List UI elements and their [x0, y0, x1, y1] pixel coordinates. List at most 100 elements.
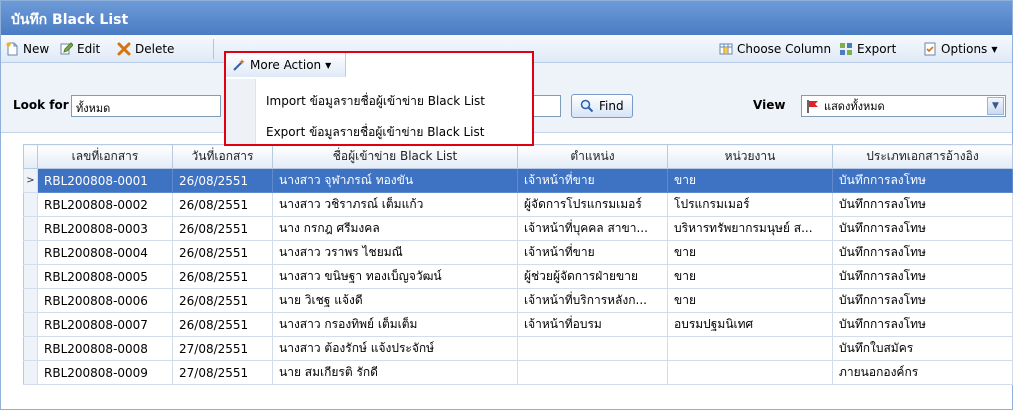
row-selector[interactable] [23, 336, 38, 361]
column-header[interactable]: หน่วยงาน [667, 144, 833, 169]
table-cell: บันทึกการลงโทษ [832, 240, 1013, 265]
table-cell: 26/08/2551 [172, 168, 273, 193]
row-selector[interactable] [23, 288, 38, 313]
edit-button[interactable]: Edit [59, 39, 100, 59]
table-cell: โปรแกรมเมอร์ [667, 192, 833, 217]
row-selector[interactable] [23, 240, 38, 265]
look-for-label: Look for [13, 98, 69, 112]
table-row[interactable]: RBL200808-0007 26/08/2551 นางสาว กรองทิพย์… [23, 312, 1013, 337]
row-selector[interactable]: > [23, 168, 38, 193]
table-cell: บันทึกการลงโทษ [832, 312, 1013, 337]
export-button-label: Export [857, 42, 897, 56]
table-cell: RBL200808-0007 [37, 312, 173, 337]
table-cell: เจ้าหน้าที่ขาย [517, 240, 668, 265]
toolbar-separator [213, 39, 214, 59]
table-cell: ผู้จัดการโปรแกรมเมอร์ [517, 192, 668, 217]
table-row[interactable]: RBL200808-0003 26/08/2551 นาง กรกฎ ศรีมงคล… [23, 216, 1013, 241]
edit-button-label: Edit [77, 42, 101, 56]
table-cell [517, 360, 668, 385]
table-cell: 27/08/2551 [172, 360, 273, 385]
table-cell [667, 336, 833, 361]
export-button[interactable]: Export [839, 39, 896, 59]
new-document-icon [5, 42, 19, 56]
find-button[interactable]: Find [571, 94, 633, 118]
more-action-label: More Action [250, 58, 322, 72]
table-cell: RBL200808-0008 [37, 336, 173, 361]
search-text-input[interactable] [531, 95, 561, 117]
table-cell: เจ้าหน้าที่บริการหลังก... [517, 288, 668, 313]
row-selector[interactable] [23, 192, 38, 217]
view-label: View [753, 98, 786, 112]
column-header[interactable]: เลขที่เอกสาร [37, 144, 173, 169]
column-header[interactable]: วันที่เอกสาร [172, 144, 273, 169]
table-cell: ขาย [667, 264, 833, 289]
table-cell: 26/08/2551 [172, 192, 273, 217]
table-cell: นางสาว วชิราภรณ์ เต็มแก้ว [272, 192, 518, 217]
table-cell [667, 360, 833, 385]
row-selector[interactable] [23, 216, 38, 241]
table-cell: อบรมปฐมนิเทศ [667, 312, 833, 337]
table-row[interactable]: RBL200808-0002 26/08/2551 นางสาว วชิราภรณ์… [23, 192, 1013, 217]
new-button-label: New [23, 42, 50, 56]
choose-column-button[interactable]: Choose Column [719, 39, 831, 59]
choose-column-label: Choose Column [737, 42, 832, 56]
blacklist-window: บันทึก Black List New Edit Delete Choose… [0, 0, 1013, 410]
delete-button[interactable]: Delete [117, 39, 174, 59]
table-cell: นางสาว วราพร ไชยมณี [272, 240, 518, 265]
table-cell: 26/08/2551 [172, 240, 273, 265]
column-header[interactable]: ชื่อผู้เข้าข่าย Black List [272, 144, 518, 169]
table-cell: นางสาว กรองทิพย์ เต็มเต็ม [272, 312, 518, 337]
column-header[interactable]: ตำแหน่ง [517, 144, 668, 169]
table-cell: เจ้าหน้าที่อบรม [517, 312, 668, 337]
choose-column-icon [719, 42, 733, 56]
table-cell: RBL200808-0009 [37, 360, 173, 385]
table-header-row: เลขที่เอกสาร วันที่เอกสาร ชื่อผู้เข้าข่า… [23, 144, 1013, 169]
chevron-down-icon[interactable]: ▼ [987, 97, 1004, 115]
table-row[interactable]: > RBL200808-0001 26/08/2551 นางสาว จุฬาภรณ์… [23, 168, 1013, 193]
options-button-label: Options [941, 42, 988, 56]
flag-icon [806, 99, 820, 113]
search-icon [580, 99, 594, 113]
export-icon [839, 42, 853, 56]
options-icon [923, 42, 937, 56]
row-header-corner [23, 144, 38, 169]
table-cell: RBL200808-0001 [37, 168, 173, 193]
table-cell: นาง กรกฎ ศรีมงคล [272, 216, 518, 241]
row-selector[interactable] [23, 264, 38, 289]
table-cell: นางสาว จุฬาภรณ์ ทองขัน [272, 168, 518, 193]
table-row[interactable]: RBL200808-0004 26/08/2551 นางสาว วราพร ไชย… [23, 240, 1013, 265]
new-button[interactable]: New [5, 39, 49, 59]
more-action-dropdown: More Action ▼ Import ข้อมูลรายชื่อผู้เข้… [224, 51, 534, 146]
row-selector[interactable] [23, 360, 38, 385]
table-cell: ผู้ช่วยผู้จัดการฝ่ายขาย [517, 264, 668, 289]
row-selector[interactable] [23, 312, 38, 337]
table-cell: 26/08/2551 [172, 312, 273, 337]
table-row[interactable]: RBL200808-0008 27/08/2551 นางสาว ต้องรักษ์… [23, 336, 1013, 361]
blacklist-table: เลขที่เอกสาร วันที่เอกสาร ชื่อผู้เข้าข่า… [23, 144, 1013, 385]
table-cell: 26/08/2551 [172, 288, 273, 313]
menu-gutter [226, 79, 256, 144]
table-cell: บันทึกการลงโทษ [832, 216, 1013, 241]
column-header[interactable]: ประเภทเอกสารอ้างอิง [832, 144, 1013, 169]
table-cell: บันทึกการลงโทษ [832, 168, 1013, 193]
table-cell: RBL200808-0005 [37, 264, 173, 289]
menu-item-export[interactable]: Export ข้อมูลรายชื่อผู้เข้าข่าย Black Li… [266, 123, 484, 142]
table-cell: ขาย [667, 240, 833, 265]
more-action-button[interactable]: More Action ▼ [226, 53, 346, 77]
table-cell: บันทึกใบสมัคร [832, 336, 1013, 361]
view-select[interactable]: แสดงทั้งหมด ▼ [801, 95, 1006, 117]
menu-item-import[interactable]: Import ข้อมูลรายชื่อผู้เข้าข่าย Black Li… [266, 92, 485, 111]
table-row[interactable]: RBL200808-0009 27/08/2551 นาย สมเกียรติ รั… [23, 360, 1013, 385]
table-cell: นางสาว ต้องรักษ์ แจ้งประจักษ์ [272, 336, 518, 361]
chevron-down-icon: ▼ [325, 60, 332, 70]
table-cell: บริหารทรัพยากรมนุษย์ ส... [667, 216, 833, 241]
table-row[interactable]: RBL200808-0006 26/08/2551 นาย วิเชฐ แจ้งดี… [23, 288, 1013, 313]
table-cell: RBL200808-0004 [37, 240, 173, 265]
chevron-down-icon: ▼ [991, 44, 998, 54]
table-cell: บันทึกการลงโทษ [832, 192, 1013, 217]
table-row[interactable]: RBL200808-0005 26/08/2551 นางสาว ขนิษฐา ทอ… [23, 264, 1013, 289]
options-button[interactable]: Options ▼ [923, 39, 997, 59]
table-cell: 26/08/2551 [172, 264, 273, 289]
table-cell: นางสาว ขนิษฐา ทองเบ็ญจวัฒน์ [272, 264, 518, 289]
look-for-input[interactable]: ทั้งหมด [71, 95, 221, 117]
